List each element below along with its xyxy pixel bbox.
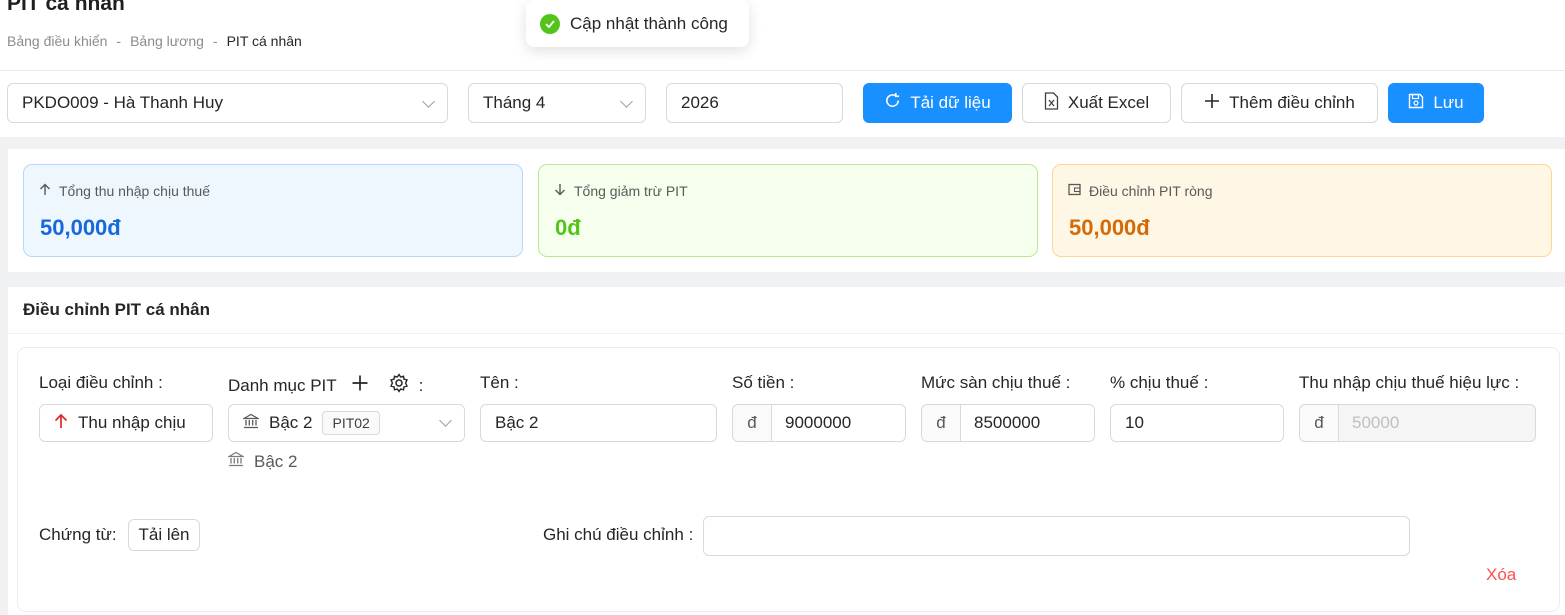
- category-select[interactable]: Bậc 2 PIT02: [228, 404, 465, 442]
- plus-icon: [1204, 93, 1220, 114]
- floor-input[interactable]: đ 8500000: [921, 404, 1095, 442]
- summary-card-pit-deduction: Tổng giảm trừ PIT 0đ: [538, 164, 1038, 257]
- add-label: Thêm điều chỉnh: [1229, 93, 1355, 112]
- name-value: Bậc 2: [495, 413, 539, 432]
- breadcrumb: Bảng điều khiển - Bảng lương - PIT cá nh…: [7, 33, 302, 49]
- gear-icon[interactable]: [389, 373, 409, 398]
- reload-button[interactable]: Tải dữ liệu: [863, 83, 1012, 123]
- note-label: Ghi chú điều chỉnh :: [543, 525, 694, 544]
- page-title: PIT cá nhân: [7, 0, 125, 15]
- add-adjustment-button[interactable]: Thêm điều chỉnh: [1181, 83, 1378, 123]
- summary-label: Tổng thu nhập chịu thuế: [39, 183, 210, 199]
- summary-label-text: Điều chỉnh PIT ròng: [1089, 183, 1213, 199]
- year-value: 2026: [681, 93, 719, 112]
- percent-value: 10: [1125, 413, 1144, 432]
- currency-addon: đ: [733, 405, 772, 441]
- summary-label-text: Tổng giảm trừ PIT: [574, 183, 688, 199]
- excel-file-icon: [1044, 91, 1059, 115]
- check-circle-icon: [540, 13, 560, 34]
- breadcrumb-separator: -: [116, 33, 122, 49]
- effective-label: Thu nhập chịu thuế hiệu lực :: [1299, 373, 1520, 392]
- save-button[interactable]: Lưu: [1388, 83, 1484, 123]
- amount-label: Số tiền :: [732, 373, 795, 392]
- chevron-down-icon: [439, 414, 452, 427]
- note-input[interactable]: [703, 516, 1410, 556]
- export-label: Xuất Excel: [1067, 93, 1150, 112]
- arrow-down-icon: [554, 183, 566, 199]
- percent-input[interactable]: 10: [1110, 404, 1284, 442]
- category-value: Bậc 2: [269, 413, 313, 432]
- chevron-down-icon: [620, 95, 633, 108]
- breadcrumb-payroll[interactable]: Bảng lương: [130, 33, 204, 49]
- save-icon: [1408, 93, 1424, 114]
- arrow-up-icon: [39, 183, 51, 199]
- breadcrumb-dashboard[interactable]: Bảng điều khiển: [7, 33, 107, 49]
- delete-link[interactable]: Xóa: [1486, 565, 1516, 585]
- summary-label-text: Tổng thu nhập chịu thuế: [59, 183, 211, 199]
- currency-addon: đ: [922, 405, 961, 441]
- header-divider: [0, 70, 1565, 71]
- success-toast: Cập nhật thành công: [526, 0, 749, 47]
- month-value: Tháng 4: [483, 93, 546, 112]
- summary-value: 0đ: [555, 215, 581, 240]
- floor-label: Mức sàn chịu thuế :: [921, 373, 1071, 392]
- effective-placeholder: 50000: [1352, 413, 1400, 432]
- type-value: Thu nhập chịu: [78, 413, 186, 432]
- type-select[interactable]: Thu nhập chịu: [39, 404, 213, 442]
- employee-value: PKDO009 - Hà Thanh Huy: [22, 93, 223, 112]
- bank-icon: [226, 451, 246, 472]
- category-colon: :: [418, 375, 424, 395]
- year-input[interactable]: 2026: [666, 83, 843, 123]
- breadcrumb-separator: -: [212, 33, 218, 49]
- category-label-text: Danh mục PIT: [228, 375, 337, 395]
- bank-icon: [241, 413, 261, 434]
- breadcrumb-current: PIT cá nhân: [226, 33, 302, 49]
- category-hint: Bậc 2: [226, 451, 298, 472]
- name-label: Tên :: [480, 373, 519, 392]
- floor-value: 8500000: [974, 413, 1041, 432]
- add-category-icon[interactable]: [351, 374, 369, 397]
- reload-label: Tải dữ liệu: [910, 93, 991, 112]
- amount-input[interactable]: đ 9000000: [732, 404, 906, 442]
- effective-income-input: đ 50000: [1299, 404, 1536, 442]
- summary-label: Tổng giảm trừ PIT: [554, 183, 688, 199]
- summary-value: 50,000đ: [1069, 215, 1150, 240]
- voucher-label: Chứng từ:: [39, 525, 117, 544]
- arrow-up-icon: [54, 413, 68, 434]
- amount-value: 9000000: [785, 413, 852, 432]
- percent-label: % chịu thuế :: [1110, 373, 1209, 392]
- summary-card-net-adjustment: Điều chỉnh PIT ròng 50,000đ: [1052, 164, 1552, 257]
- name-input[interactable]: Bậc 2: [480, 404, 717, 442]
- employee-select[interactable]: PKDO009 - Hà Thanh Huy: [7, 83, 448, 123]
- category-hint-text: Bậc 2: [254, 451, 298, 471]
- summary-label: Điều chỉnh PIT ròng: [1068, 183, 1212, 199]
- month-select[interactable]: Tháng 4: [468, 83, 646, 123]
- save-label: Lưu: [1433, 93, 1464, 112]
- wallet-icon: [1068, 183, 1081, 199]
- currency-addon: đ: [1300, 405, 1339, 441]
- toast-message: Cập nhật thành công: [570, 13, 728, 33]
- summary-value: 50,000đ: [40, 215, 121, 240]
- export-excel-button[interactable]: Xuất Excel: [1022, 83, 1171, 123]
- section-divider: [8, 333, 1565, 334]
- category-code-tag: PIT02: [322, 411, 380, 435]
- category-label: Danh mục PIT :: [228, 373, 423, 398]
- section-title: Điều chỉnh PIT cá nhân: [23, 300, 211, 319]
- upload-button[interactable]: Tải lên: [128, 519, 200, 551]
- reload-icon: [884, 92, 901, 114]
- type-label: Loại điều chỉnh :: [39, 373, 163, 392]
- chevron-down-icon: [422, 95, 435, 108]
- summary-card-taxable-income: Tổng thu nhập chịu thuế 50,000đ: [23, 164, 523, 257]
